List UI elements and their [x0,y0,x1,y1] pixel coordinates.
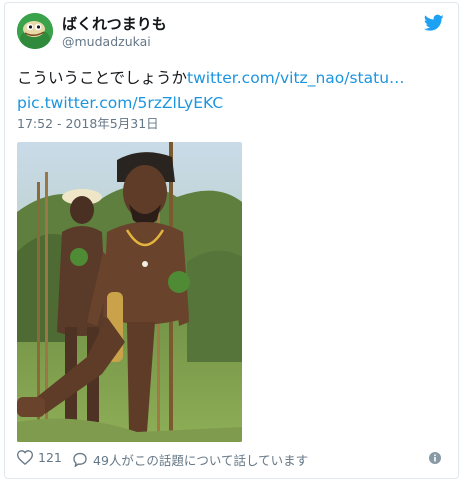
tweet-body: こういうことでしょうか [17,69,188,87]
heart-icon [17,450,33,465]
speech-bubble-icon [73,452,87,467]
discussion-text: 49人がこの話題について話しています [93,453,309,468]
tweet-text-line-1: こういうことでしょうかtwitter.com/vitz_nao/statu… [17,66,437,91]
timestamp[interactable]: 17:52 - 2018年5月31日 [17,113,159,132]
avatar-image [17,13,53,49]
display-name[interactable]: ばくれつまりも [62,13,167,34]
tweet-photo[interactable] [17,142,242,442]
quoted-tweet-link[interactable]: twitter.com/vitz_nao/statu… [187,69,404,87]
twitter-bird-icon[interactable] [424,14,444,32]
avatar[interactable] [17,13,53,49]
photo-image [17,142,242,442]
like-action[interactable]: 121 [17,450,62,465]
info-icon[interactable] [429,452,441,464]
user-handle[interactable]: @mudadzukai [62,34,151,49]
like-count: 121 [38,450,62,465]
tweet-text: こういうことでしょうかtwitter.com/vitz_nao/statu… p… [17,66,437,116]
conversation-action[interactable]: 49人がこの話題について話しています [72,450,308,469]
media-link[interactable]: pic.twitter.com/5rzZlLyEKC [17,94,223,112]
tweet-footer: 121 49人がこの話題について話しています [17,450,447,470]
